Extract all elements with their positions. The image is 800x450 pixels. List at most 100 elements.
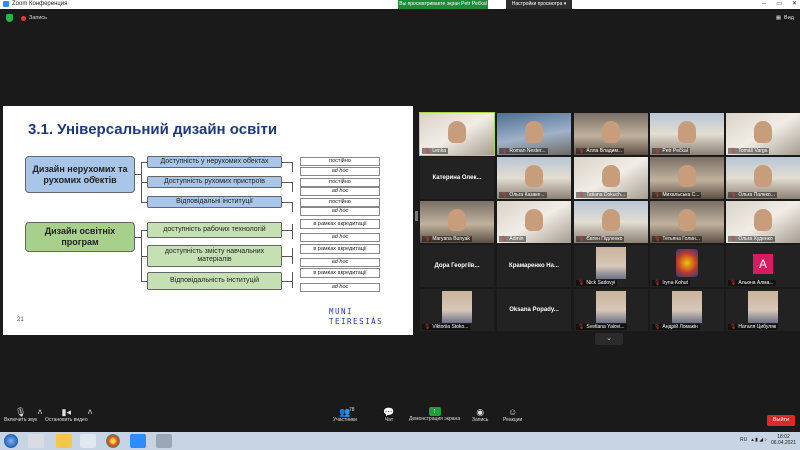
- participant-tile[interactable]: 🎙 Svetlana Yalovi...: [574, 289, 648, 331]
- participant-tile[interactable]: Катерина Олек...: [420, 157, 494, 199]
- recording-indicator[interactable]: Запись: [21, 15, 47, 21]
- participant-tile[interactable]: 🎙 Iryna Kohut: [650, 245, 724, 287]
- avatar: A: [753, 254, 773, 274]
- participant-tile[interactable]: 🎙 Tomáš Varga: [726, 113, 800, 155]
- chat-button[interactable]: 💬 Чат: [383, 407, 395, 424]
- muted-mic-icon: 🎙: [654, 192, 661, 198]
- participant-name: Tomáš Varga: [738, 148, 768, 154]
- muted-mic-icon: 🎙: [424, 324, 431, 330]
- connector: [282, 182, 292, 183]
- participant-name: Катерина Олек...: [432, 175, 482, 181]
- muted-mic-icon: 🎙: [501, 148, 508, 154]
- muted-mic-icon: 🎙: [730, 192, 737, 198]
- participant-tile[interactable]: 🎙 Євген Підленко: [574, 201, 648, 243]
- participant-name-tag: 🎙 Roman Nester...: [499, 148, 548, 154]
- minimize-icon[interactable]: ─: [762, 0, 766, 8]
- participant-tile[interactable]: 🎙 Petr Pečkal: [650, 113, 724, 155]
- participant-tile[interactable]: 🎙 Maryana Bunyak: [420, 201, 494, 243]
- muted-mic-icon: 🎙: [730, 324, 737, 330]
- participant-tile[interactable]: 🎙 Admin: [497, 201, 571, 243]
- window-controls: ─ ▭ ✕: [762, 0, 797, 8]
- participant-name: Tatiana Dokuch...: [586, 192, 625, 198]
- participant-tile[interactable]: 🎙 Алла Владим...: [574, 113, 648, 155]
- video-options-caret[interactable]: ˄: [84, 407, 96, 417]
- tag-box: ad hoc: [300, 258, 380, 267]
- participant-tile[interactable]: 🎙 Roman Nester...: [497, 113, 571, 155]
- participant-name: Nick Sadovyi: [586, 280, 616, 286]
- profile-photo: [672, 291, 702, 323]
- participant-video: [754, 209, 772, 231]
- tag-box: в рамках акредитації: [300, 268, 380, 278]
- gallery-more-button[interactable]: ⌄: [595, 333, 623, 345]
- participant-name: Альона Алма...: [738, 280, 774, 286]
- participant-tile[interactable]: 🎙 Tatiana Dokuch...: [574, 157, 648, 199]
- connector: [282, 162, 292, 163]
- participant-tile[interactable]: 🎙 Ольга Казаке...: [497, 157, 571, 199]
- record-icon: ◉: [476, 406, 485, 417]
- participant-tile[interactable]: A 🎙 Альона Алма...: [726, 245, 800, 287]
- participant-video: [754, 165, 772, 187]
- participant-tile[interactable]: 🎙 Наталя Цибуляк: [726, 289, 800, 331]
- profile-photo: [442, 291, 472, 323]
- clock-date: 06.04.2021: [770, 440, 796, 446]
- participant-video: [678, 209, 696, 231]
- maximize-icon[interactable]: ▭: [776, 0, 782, 8]
- zoom-icon: [3, 1, 9, 7]
- participant-tile[interactable]: 🎙 Ольга Худенко: [726, 201, 800, 243]
- participant-tile[interactable]: 🎙 Viktoriia Stoko...: [420, 289, 494, 331]
- close-icon[interactable]: ✕: [792, 0, 797, 8]
- view-button[interactable]: ▦ Вид: [776, 15, 794, 21]
- participant-tile[interactable]: 🎙 Nick Sadovyi: [574, 245, 648, 287]
- start-button-icon[interactable]: [4, 434, 18, 448]
- participant-tile[interactable]: Крамаренко На...: [497, 245, 571, 287]
- security-shield-icon[interactable]: [6, 14, 13, 22]
- participant-tile[interactable]: 🎙 Андрій Ломакін: [650, 289, 724, 331]
- participant-video: [448, 209, 466, 231]
- participant-name: Admin: [509, 236, 524, 242]
- muted-mic-icon: 🎙: [501, 236, 508, 242]
- chevron-up-icon: ˄: [87, 407, 93, 417]
- stop-video-button[interactable]: ▮◂ Остановить видео: [45, 407, 88, 424]
- participant-tile[interactable]: 🎙 Тетьяна Голин...: [650, 201, 724, 243]
- participant-name-tag: 🎙 Наталя Цибуляк: [728, 324, 779, 330]
- zoom-taskbar-icon[interactable]: [130, 434, 146, 448]
- participant-video: [602, 209, 620, 231]
- participant-name-tag: 🎙 Iryna Kohut: [652, 280, 690, 286]
- participant-name: Lenka: [432, 148, 446, 154]
- app-icon[interactable]: [156, 434, 172, 448]
- participant-name-tag: 🎙 Petr Pečkal: [652, 148, 690, 154]
- reactions-label: Реакции: [503, 417, 523, 423]
- participant-tile[interactable]: 🎙 Михальська С...: [650, 157, 724, 199]
- connector: [292, 202, 293, 212]
- participant-video: [602, 121, 620, 143]
- view-options-button[interactable]: Настройки просмотра ▾: [506, 0, 572, 9]
- participant-tile[interactable]: 🎙 Lenka: [419, 112, 495, 156]
- participants-count: 78: [349, 407, 355, 413]
- connector: [282, 230, 292, 231]
- participant-tile[interactable]: Дора Георгіїв...: [420, 245, 494, 287]
- reactions-button[interactable]: ☺ Реакции: [503, 407, 522, 423]
- tag-box: ad hoc: [300, 283, 380, 292]
- group2-item: доступність рабочих технологій: [147, 222, 282, 238]
- muted-mic-icon: 🎙: [654, 280, 661, 286]
- leave-button[interactable]: Выйти: [767, 415, 795, 426]
- unmute-button[interactable]: 🎙 Включить звук: [4, 407, 37, 424]
- participant-name-tag: 🎙 Nick Sadovyi: [576, 280, 618, 286]
- participants-button[interactable]: 👥 78 Участники: [333, 407, 357, 424]
- media-icon[interactable]: [80, 434, 96, 448]
- chrome-icon[interactable]: [106, 434, 120, 448]
- participant-name: Євген Підленко: [586, 236, 623, 242]
- file-explorer-icon[interactable]: [56, 434, 72, 448]
- participant-tile[interactable]: 🎙 Ольга Палеко...: [726, 157, 800, 199]
- profile-photo: [748, 291, 778, 323]
- clock[interactable]: 18:02 06.04.2021: [771, 434, 796, 446]
- share-screen-button[interactable]: ↑ Демонстрация экрана: [409, 407, 460, 422]
- splitter-handle[interactable]: [415, 211, 418, 221]
- tray-icons[interactable]: ▴ ▮ ◢ ♪: [751, 437, 767, 443]
- participant-tile[interactable]: Oksana Popady...: [497, 289, 571, 331]
- record-button[interactable]: ◉ Запись: [472, 406, 488, 424]
- slide-title: 3.1. Універсальний дизайн освіти: [28, 121, 278, 138]
- language-indicator[interactable]: RU: [740, 437, 747, 443]
- ie-icon[interactable]: [28, 434, 44, 448]
- connector: [282, 281, 292, 282]
